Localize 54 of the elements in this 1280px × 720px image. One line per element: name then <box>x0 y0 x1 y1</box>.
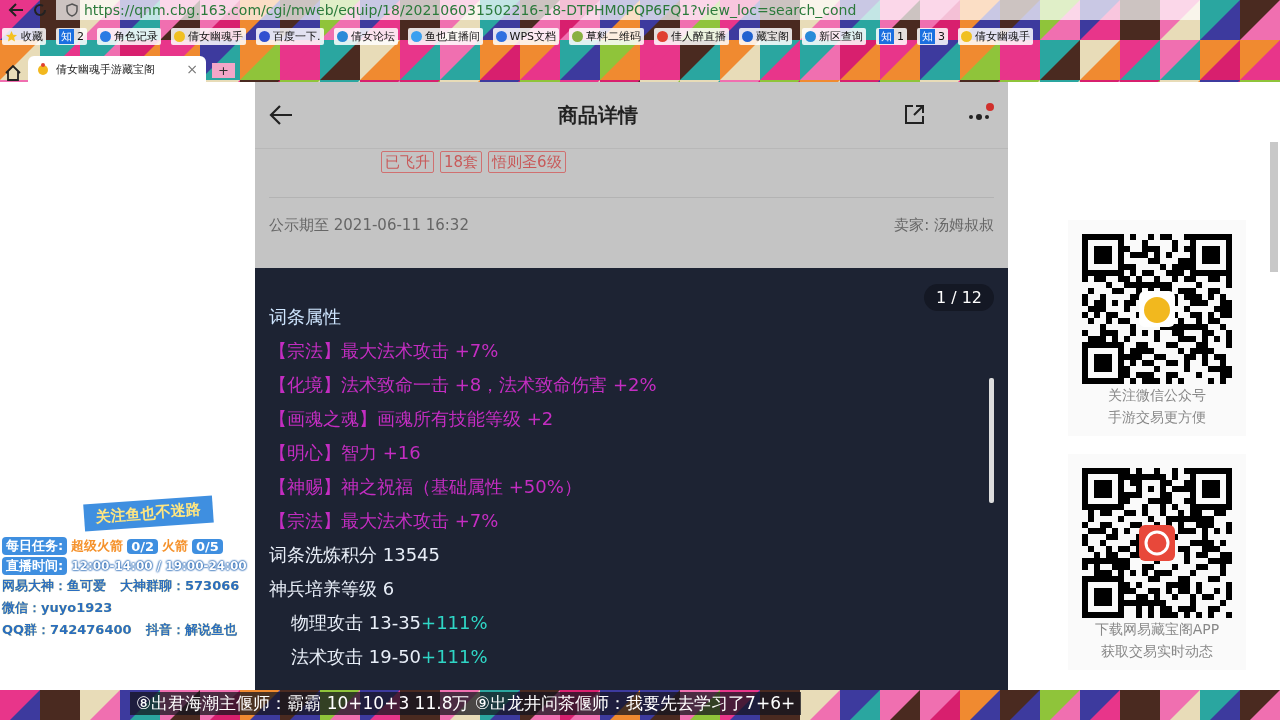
seller-name: 卖家: 汤姆叔叔 <box>894 215 994 235</box>
shield-icon <box>66 3 78 17</box>
section-title: 词条属性 <box>269 305 342 329</box>
task-count: 0/2 <box>127 538 159 554</box>
tag: 悟则圣6级 <box>488 151 566 173</box>
browser-tab[interactable]: 倩女幽魂手游藏宝阁 × <box>28 56 206 82</box>
back-icon[interactable] <box>8 3 24 17</box>
notice-period: 公示期至 2021-06-11 16:32 <box>269 215 469 235</box>
zhihu-logo: 知 <box>59 28 74 44</box>
follow-banner: 关注鱼也不迷路 <box>82 495 214 532</box>
attribute-line: 【宗法】最大法术攻击 +7% <box>269 509 500 533</box>
ticker-text: ⑧出君海潮主偃师：霸霸 10+10+3 11.8万 ⑨出龙井问茶偃师：我要先去学习了7+6+ <box>130 692 802 715</box>
url-text: https://qnm.cbg.163.com/cgi/mweb/equip/18/202106031502216-18-DTPHM0PQP6FQ1?view_loc=search_cond <box>84 2 857 18</box>
task-name: 火箭 <box>162 537 189 555</box>
task-count: 0/5 <box>192 538 223 554</box>
attribute-line: 【画魂之魂】画魂所有技能等级 +2 <box>269 407 555 431</box>
tab-title: 倩女幽魂手游藏宝阁 <box>56 61 155 77</box>
attribute-line: 【宗法】最大法术攻击 +7% <box>269 339 500 363</box>
task-name: 超级火箭 <box>71 537 124 555</box>
bell-icon <box>36 62 50 76</box>
attribute-line: 【神赐】神之祝福（基础属性 +50%） <box>269 475 583 499</box>
page-scrollbar[interactable] <box>1270 142 1278 272</box>
qr-caption: 获取交易实时动态 <box>1101 642 1213 661</box>
scrollbar[interactable] <box>989 378 994 503</box>
stat-line: 法术攻击 19-50+111% <box>290 645 489 669</box>
contact-info: 大神群聊：573066 <box>120 577 240 595</box>
zhihu-logo: 知 <box>920 28 935 44</box>
image-counter: 1 / 12 <box>923 284 994 311</box>
new-tab-button[interactable]: + <box>212 63 235 78</box>
contact-info: QQ群：742476400 <box>2 621 132 639</box>
page-title: 商品详情 <box>556 101 639 129</box>
schedule-time: 12:00-14:00 / 19:00-24:00 <box>71 559 247 573</box>
task-label: 每日任务: <box>2 537 68 555</box>
tag: 已飞升 <box>381 151 434 173</box>
contact-info: 微信：yuyo1923 <box>2 599 113 617</box>
star-icon <box>5 29 18 43</box>
reload-icon[interactable] <box>32 2 48 18</box>
contact-info: 网易大神：鱼可爱 <box>2 577 106 595</box>
stat-line: 神兵培养等级 6 <box>269 577 396 601</box>
attribute-line: 【明心】智力 +16 <box>269 441 422 465</box>
back-arrow-icon[interactable] <box>269 104 293 126</box>
zhihu-logo: 知 <box>879 28 894 44</box>
contact-info: 抖音：解说鱼也 <box>145 621 237 639</box>
attribute-line: 【化境】法术致命一击 +8，法术致命伤害 +2% <box>269 373 658 397</box>
stat-line: 词条洗炼积分 13545 <box>269 543 441 567</box>
stat-line: 物理攻击 13-35+111% <box>290 611 489 635</box>
share-icon[interactable] <box>902 103 926 127</box>
schedule-label: 直播时间: <box>2 557 68 575</box>
qr-caption: 下载网易藏宝阁APP <box>1094 620 1220 639</box>
home-icon[interactable] <box>4 64 22 82</box>
tag: 18套 <box>440 151 483 173</box>
close-tab-button[interactable]: × <box>186 61 198 77</box>
qr-caption: 关注微信公众号 <box>1108 386 1206 405</box>
qr-caption: 手游交易更方便 <box>1108 408 1206 427</box>
